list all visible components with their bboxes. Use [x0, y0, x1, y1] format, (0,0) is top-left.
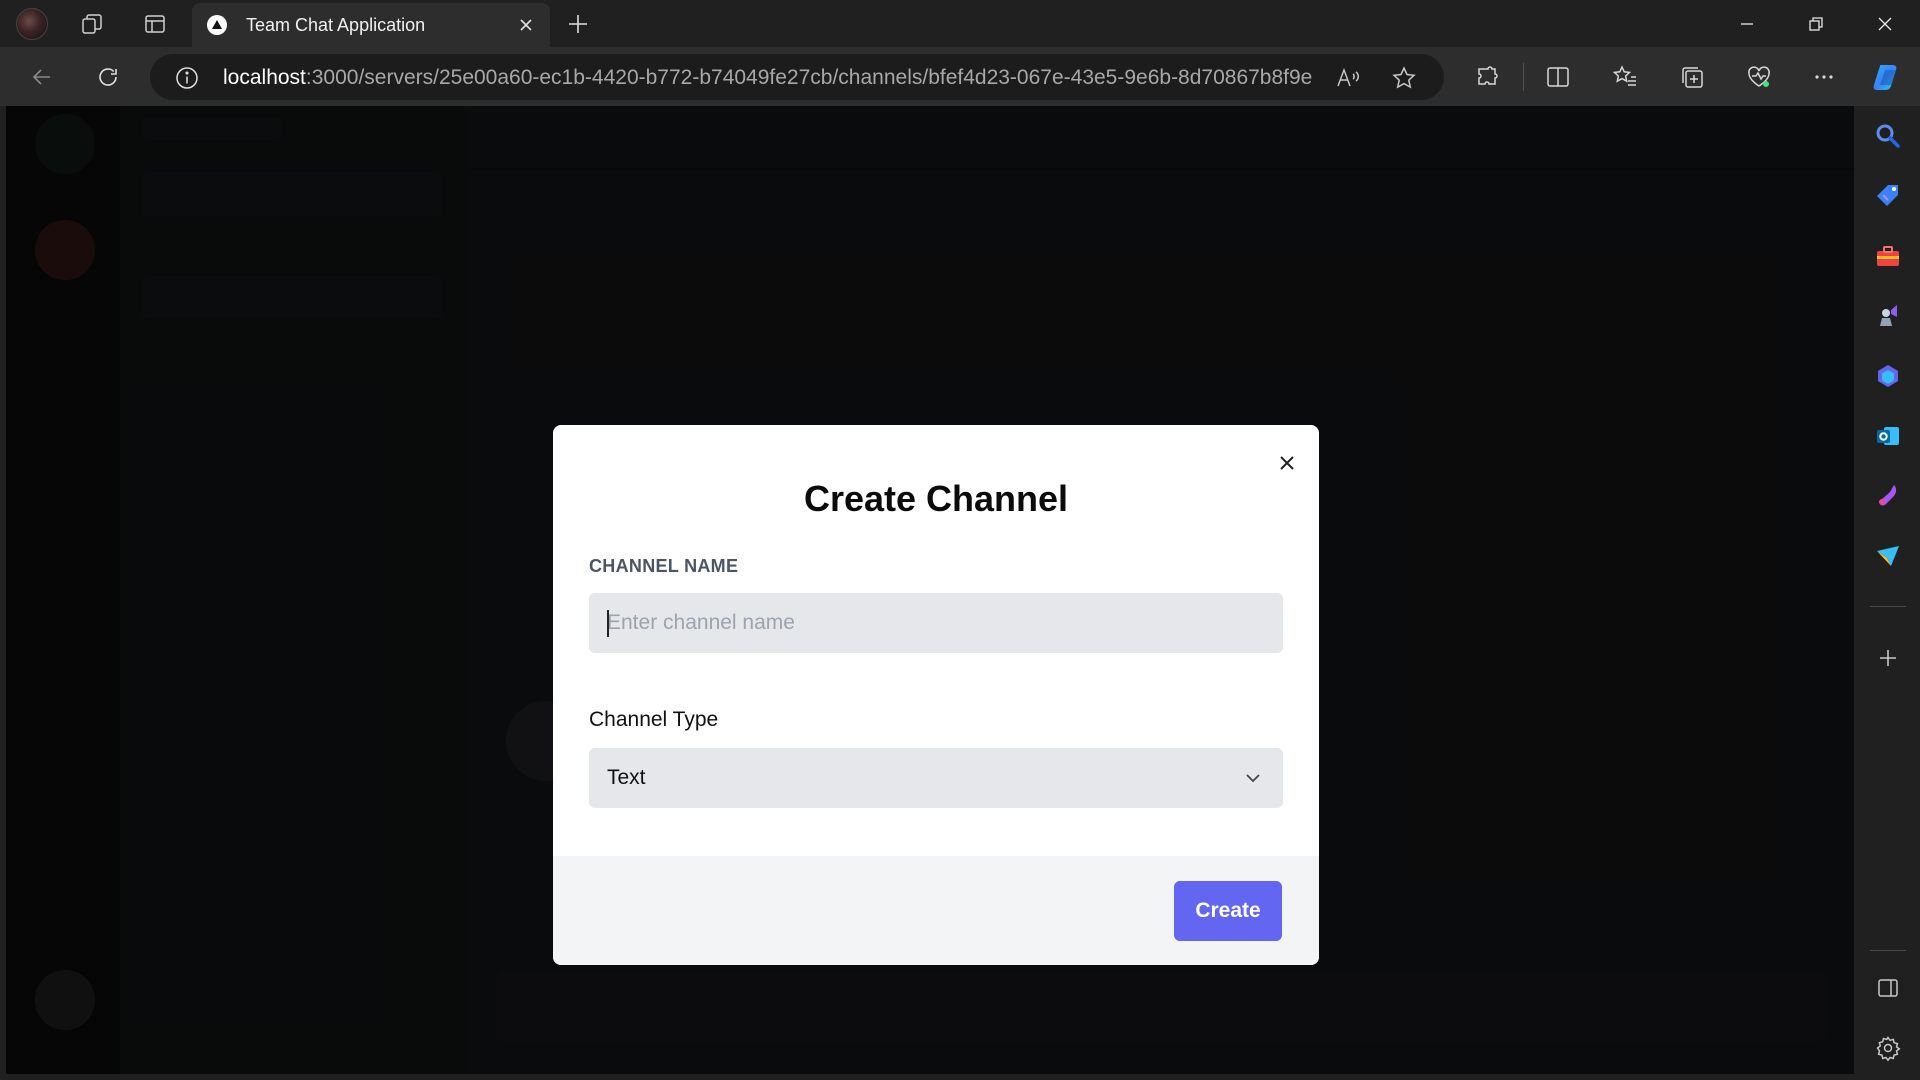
tab-title: Team Chat Application — [246, 15, 426, 35]
collections-icon[interactable] — [1677, 62, 1707, 92]
settings-gear-icon[interactable] — [1872, 1032, 1904, 1064]
favorite-star-icon[interactable] — [1390, 64, 1418, 92]
browser-essentials-icon[interactable] — [1744, 62, 1774, 92]
split-screen-icon[interactable] — [1543, 62, 1573, 92]
channel-type-select[interactable]: Text — [589, 748, 1283, 808]
outlook-icon[interactable] — [1872, 420, 1904, 452]
edge-sidebar — [1856, 106, 1920, 1080]
modal-footer: Create — [553, 856, 1319, 965]
sidebar-divider — [1870, 606, 1906, 607]
sidebar-divider — [1870, 950, 1906, 951]
designer-icon[interactable] — [1872, 480, 1904, 512]
profile-avatar[interactable] — [16, 8, 48, 40]
channel-name-input[interactable] — [589, 593, 1283, 653]
tab-close-icon[interactable] — [514, 13, 538, 37]
modal-title: Create Channel — [803, 478, 1069, 519]
add-plus-icon[interactable] — [1872, 642, 1904, 674]
favorites-icon[interactable] — [1610, 62, 1640, 92]
channel-type-value: Text — [607, 766, 646, 789]
copilot-icon[interactable] — [1870, 59, 1906, 95]
tools-briefcase-icon[interactable] — [1872, 240, 1904, 272]
games-chess-icon[interactable] — [1872, 300, 1904, 332]
restore-icon[interactable] — [1783, 0, 1849, 47]
workspaces-icon[interactable] — [76, 8, 108, 40]
channel-type-label: Channel Type — [589, 708, 719, 731]
new-tab-plus-icon[interactable] — [562, 8, 594, 40]
active-tab[interactable]: Team Chat Application — [192, 3, 550, 47]
channel-name-label: CHANNEL NAME — [589, 556, 739, 576]
vertical-tabs-icon[interactable] — [139, 8, 171, 40]
window-close-icon[interactable] — [1852, 0, 1918, 47]
extensions-icon[interactable] — [1473, 62, 1503, 92]
read-aloud-icon[interactable] — [1334, 64, 1362, 92]
sidebar-toggle-icon[interactable] — [1872, 972, 1904, 1004]
browser-toolbar: localhost:3000/servers/25e00a60-ec1b-442… — [0, 47, 1920, 106]
chat-app: Create Channel CHANNEL NAME Channel Type… — [6, 106, 1854, 1074]
back-arrow-icon[interactable] — [24, 59, 60, 95]
toolbar-divider — [1523, 63, 1524, 91]
send-icon[interactable] — [1872, 540, 1904, 572]
close-icon[interactable] — [1273, 449, 1301, 477]
text-caret — [607, 610, 609, 637]
create-channel-modal: Create Channel CHANNEL NAME Channel Type… — [553, 425, 1319, 965]
browser-tab-bar: Team Chat Application — [0, 0, 1920, 47]
shopping-tag-icon[interactable] — [1872, 180, 1904, 212]
more-options-icon[interactable] — [1809, 62, 1839, 92]
address-url: localhost:3000/servers/25e00a60-ec1b-442… — [223, 66, 1312, 90]
search-icon[interactable] — [1872, 120, 1904, 152]
address-bar[interactable]: localhost:3000/servers/25e00a60-ec1b-442… — [150, 54, 1444, 100]
site-info-icon[interactable] — [174, 65, 200, 91]
copilot-app-icon[interactable] — [1872, 360, 1904, 392]
minimize-icon[interactable] — [1714, 0, 1780, 47]
reload-icon[interactable] — [90, 59, 126, 95]
address-host: localhost — [223, 66, 306, 89]
chevron-down-icon — [1241, 766, 1265, 790]
address-path: :3000/servers/25e00a60-ec1b-4420-b772-b7… — [305, 66, 1313, 89]
create-button[interactable]: Create — [1174, 881, 1282, 941]
app-favicon-icon — [207, 15, 227, 35]
